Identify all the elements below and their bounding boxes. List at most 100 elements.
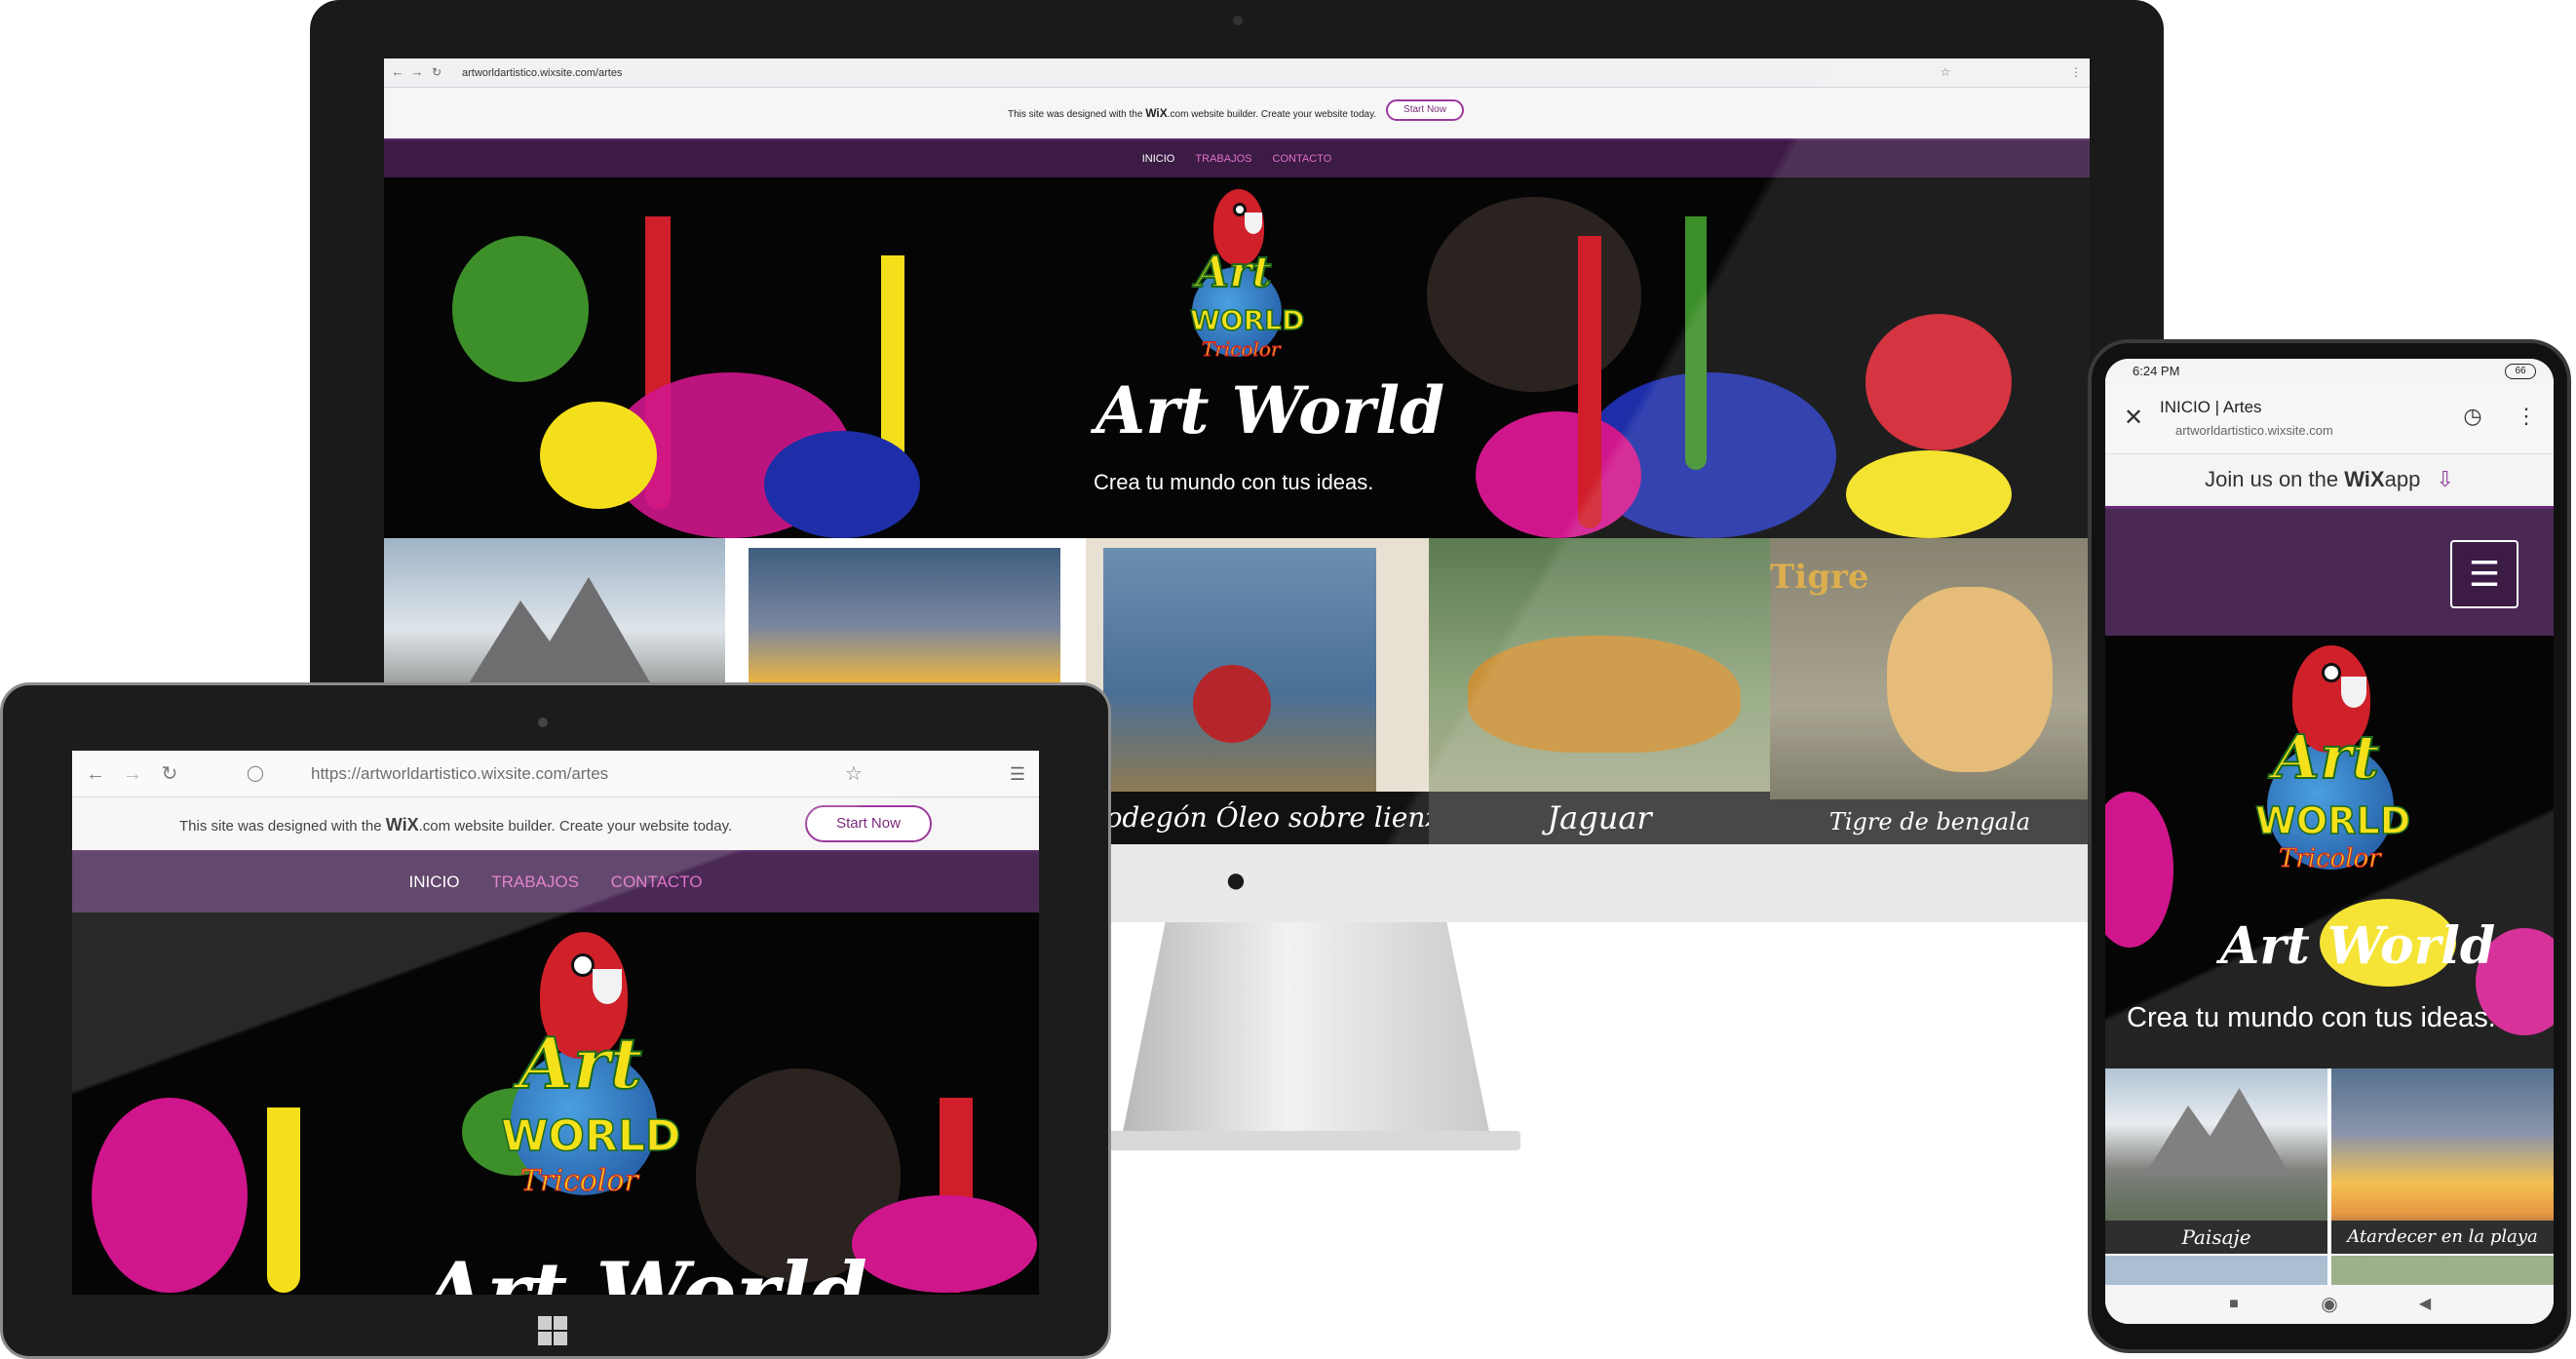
star-icon[interactable]: ☆ (1938, 64, 1953, 80)
logo-art-text: Art (2272, 720, 2380, 794)
hero-title: Art World (423, 1244, 867, 1295)
paint-splat (764, 431, 920, 538)
gallery-caption: Tigre de bengala (1770, 799, 2090, 844)
phone-tab-title: INICIO | Artes (2160, 398, 2262, 416)
gallery-caption: Jaguar (1429, 792, 1770, 844)
wix-banner-text: This site was designed with the WiX.com … (1008, 106, 1377, 120)
logo-parrot-beak (2341, 677, 2366, 708)
logo-parrot-beak (1245, 213, 1262, 234)
monitor-stand (1121, 922, 1491, 1142)
gallery-tile-next[interactable] (2331, 1256, 2554, 1285)
gallery-tile-tigre[interactable]: Tigre Tigre de bengala (1770, 538, 2090, 844)
wix-logo: WiX (2344, 467, 2385, 491)
desktop-wix-banner: This site was designed with the WiX.com … (384, 88, 2090, 140)
gallery-tile-paisaje[interactable]: Paisaje (2105, 1068, 2327, 1254)
gallery-tile-jaguar[interactable]: Jaguar (1429, 538, 1770, 844)
monitor-foot (1092, 1131, 1520, 1150)
nav-contacto[interactable]: CONTACTO (611, 852, 703, 912)
menu-icon[interactable]: ⋮ (2068, 64, 2084, 80)
shield-icon: ◯ (247, 765, 264, 782)
wix-logo: WiX (1145, 106, 1168, 120)
nav-trabajos[interactable]: TRABAJOS (1195, 140, 1251, 177)
tablet-camera (538, 718, 548, 727)
paint-splat (1846, 450, 2012, 538)
phone-screen: 6:24 PM 66 ✕ INICIO | Artes artworldarti… (2105, 359, 2554, 1324)
logo-tricolor-text: Tricolor (520, 1164, 639, 1199)
apple-logo-icon: ● (1224, 860, 1248, 901)
paint-splat (540, 402, 657, 509)
start-now-button[interactable]: Start Now (1386, 99, 1464, 121)
gallery-caption: Atardecer en la playa (2331, 1221, 2554, 1254)
tablet-address-bar[interactable]: https://artworldartistico.wixsite.com/ar… (311, 764, 896, 784)
reload-icon[interactable]: ↻ (158, 762, 181, 786)
painting-mountain (2144, 1088, 2290, 1176)
paint-splat (852, 1195, 1037, 1293)
logo-art-text: Art (1195, 247, 1273, 298)
nav-inicio[interactable]: INICIO (409, 852, 460, 912)
start-now-button[interactable]: Start Now (805, 805, 932, 842)
back-icon[interactable]: ← (390, 64, 405, 80)
nav-contacto[interactable]: CONTACTO (1273, 140, 1332, 177)
phone-status-bar: 6:24 PM 66 (2105, 359, 2554, 384)
painting-tiger (1887, 587, 2053, 772)
home-icon[interactable]: ◉ (2318, 1293, 2341, 1316)
logo-world-text: WORLD (500, 1110, 681, 1162)
gallery-tile-atardecer[interactable]: Atardecer en la playa (2331, 1068, 2554, 1254)
painting-flowers (1193, 665, 1271, 743)
hero-subtitle: Crea tu mundo con tus ideas. (2127, 1002, 2496, 1033)
wix-banner-text: This site was designed with the WiX.com … (179, 815, 733, 835)
tablet-browser-toolbar: ← → ↻ ◯ https://artworldartistico.wixsit… (72, 751, 1039, 797)
paint-splat (92, 1098, 248, 1293)
painting-mountain (462, 577, 657, 694)
nav-trabajos[interactable]: TRABAJOS (491, 852, 579, 912)
hamburger-icon[interactable]: ☰ (2450, 540, 2518, 608)
reload-icon[interactable]: ↻ (429, 64, 444, 80)
phone-hero: Art WORLD Tricolor Art World Crea tu mun… (2105, 636, 2554, 1068)
menu-icon[interactable]: ☰ (1006, 762, 1029, 786)
gallery-caption: Paisaje (2105, 1221, 2327, 1254)
back-icon[interactable]: ← (84, 762, 107, 786)
tablet-screen: ← → ↻ ◯ https://artworldartistico.wixsit… (72, 751, 1039, 1295)
gallery-tile-next[interactable] (2105, 1256, 2327, 1285)
paint-splat (1865, 314, 2012, 450)
logo-world-text: WORLD (2254, 798, 2411, 843)
gallery-tile-bodegon[interactable]: Bodegón Óleo sobre lienzo (1086, 538, 1429, 844)
phone-url: artworldartistico.wixsite.com (2175, 423, 2333, 438)
nav-inicio[interactable]: INICIO (1142, 140, 1175, 177)
download-icon: ⇩ (2436, 467, 2454, 491)
star-icon[interactable]: ☆ (842, 762, 865, 786)
forward-icon[interactable]: → (121, 762, 144, 786)
art-world-logo: Art WORLD Tricolor (472, 932, 686, 1224)
hero-subtitle: Crea tu mundo con tus ideas. (1094, 470, 1374, 494)
forward-icon[interactable]: → (409, 64, 425, 80)
paint-drip (1578, 236, 1601, 528)
painting-tiger-sign: Tigre (1770, 558, 1869, 597)
logo-tricolor-text: Tricolor (1202, 337, 1282, 362)
back-nav-icon[interactable]: ◀ (2413, 1293, 2437, 1316)
history-icon[interactable]: ◷ (2458, 402, 2487, 431)
status-time: 6:24 PM (2133, 364, 2180, 378)
phone-site-header: ☰ (2105, 509, 2554, 636)
wix-app-banner[interactable]: Join us on the WiXapp ⇩ (2105, 454, 2554, 509)
windows-logo-icon (538, 1316, 567, 1345)
painting-jaguar (1468, 636, 1741, 753)
recents-icon[interactable]: ■ (2222, 1293, 2246, 1316)
paint-splat (1476, 411, 1641, 538)
paint-splat (452, 236, 589, 382)
hero-title: Art World (2220, 916, 2496, 976)
art-world-logo: Art WORLD Tricolor (2232, 645, 2427, 889)
paint-splat (1427, 197, 1641, 392)
desktop-browser-toolbar: ← → ↻ artworldartistico.wixsite.com/arte… (384, 58, 2090, 88)
logo-art-text: Art (518, 1021, 643, 1106)
menu-icon[interactable]: ⋮ (2515, 402, 2538, 431)
gallery-caption: Bodegón Óleo sobre lienzo (1086, 792, 1429, 844)
monitor-camera (1233, 16, 1243, 25)
hero-title: Art World (1096, 372, 1445, 448)
art-world-logo: Art WORLD Tricolor (1169, 189, 1305, 374)
desktop-address-bar[interactable]: artworldartistico.wixsite.com/artes (462, 65, 1047, 81)
close-icon[interactable]: ✕ (2119, 404, 2148, 433)
logo-world-text: WORLD (1189, 303, 1305, 337)
battery-icon: 66 (2505, 364, 2536, 379)
tablet-nav: INICIO TRABAJOS CONTACTO (72, 852, 1039, 912)
logo-parrot-eye (571, 953, 595, 977)
